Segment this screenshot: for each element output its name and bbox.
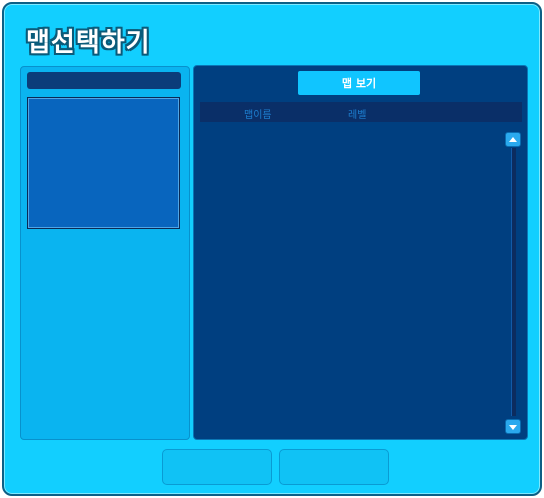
map-list-scrollbar[interactable] (505, 132, 521, 434)
column-map-name: 맵이름 (244, 110, 272, 121)
map-list[interactable] (200, 126, 502, 431)
triangle-down-icon (509, 425, 517, 430)
map-list-panel: 맵 보기 맵이름 레벨 (193, 65, 528, 440)
scroll-down-button[interactable] (505, 419, 521, 434)
triangle-up-icon (509, 137, 517, 142)
map-preview-panel (20, 66, 190, 440)
confirm-button[interactable] (162, 449, 272, 485)
map-select-window: 맵선택하기 맵 보기 맵이름 레벨 (2, 2, 542, 496)
scroll-track[interactable] (511, 148, 516, 416)
window-title: 맵선택하기 (26, 28, 151, 58)
map-list-header: 맵이름 레벨 (200, 102, 522, 122)
view-map-button[interactable]: 맵 보기 (298, 71, 420, 95)
map-preview-header (27, 72, 181, 89)
column-level: 레벨 (348, 110, 367, 121)
cancel-button[interactable] (279, 449, 389, 485)
scroll-up-button[interactable] (505, 132, 521, 147)
map-preview-image (27, 97, 180, 229)
